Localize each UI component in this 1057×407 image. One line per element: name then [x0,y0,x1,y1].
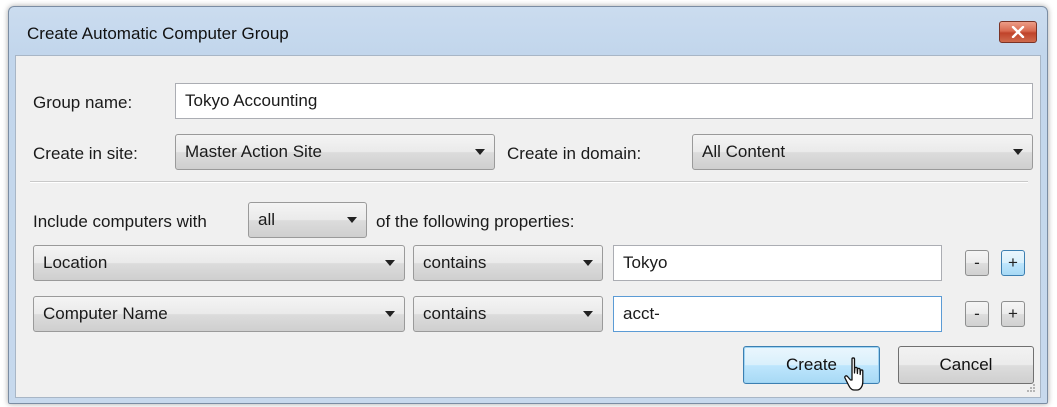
dialog-title: Create Automatic Computer Group [27,24,289,43]
operator-select[interactable]: contains [413,296,603,332]
property-select[interactable]: Location [33,245,405,281]
create-in-site-label: Create in site: [33,144,138,163]
chevron-down-icon [347,217,357,223]
property-value: Computer Name [43,304,168,323]
chevron-down-icon [583,311,593,317]
close-button[interactable] [999,21,1037,43]
group-name-input[interactable]: Tokyo Accounting [175,83,1033,119]
dialog-window: Create Automatic Computer Group Group na… [8,6,1048,404]
chevron-down-icon [475,149,485,155]
condition-value-input[interactable]: Tokyo [613,245,942,281]
mouse-pointer-icon [843,356,873,394]
create-in-domain-label: Create in domain: [507,144,642,163]
cancel-button[interactable]: Cancel [898,346,1034,384]
chevron-down-icon [385,260,395,266]
resize-grip-icon[interactable] [1026,383,1036,393]
title-bar[interactable]: Create Automatic Computer Group [9,7,1047,57]
chevron-down-icon [583,260,593,266]
property-value: Location [43,253,108,272]
add-row-button[interactable]: + [1001,301,1025,327]
create-in-domain-value: All Content [702,142,786,161]
operator-select[interactable]: contains [413,245,603,281]
group-name-label: Group name: [33,93,133,112]
remove-row-button[interactable]: - [965,250,989,276]
chevron-down-icon [385,311,395,317]
create-in-site-select[interactable]: Master Action Site [175,134,495,170]
add-row-button[interactable]: + [1001,250,1025,276]
chevron-down-icon [1013,149,1023,155]
operator-value: contains [423,253,487,272]
following-properties-label: of the following properties: [376,212,575,231]
match-mode-value: all [258,210,276,229]
create-in-site-value: Master Action Site [185,142,323,161]
match-mode-select[interactable]: all [248,202,367,238]
remove-row-button[interactable]: - [965,301,989,327]
dialog-content: Group name: Tokyo Accounting Create in s… [15,55,1041,398]
condition-value-input[interactable]: acct- [613,296,942,332]
property-select[interactable]: Computer Name [33,296,405,332]
include-computers-label: Include computers with [33,212,207,231]
operator-value: contains [423,304,487,323]
create-in-domain-select[interactable]: All Content [692,134,1033,170]
close-x-icon [1011,26,1025,38]
separator [30,181,1028,183]
